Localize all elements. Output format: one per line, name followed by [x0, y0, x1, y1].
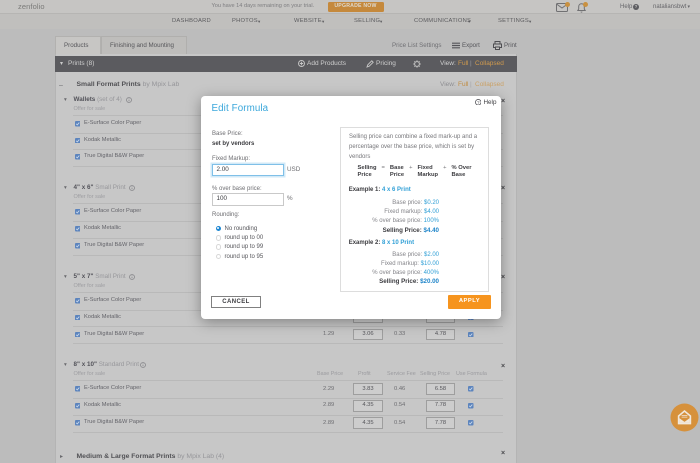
svg-text:?: ?: [476, 99, 479, 104]
